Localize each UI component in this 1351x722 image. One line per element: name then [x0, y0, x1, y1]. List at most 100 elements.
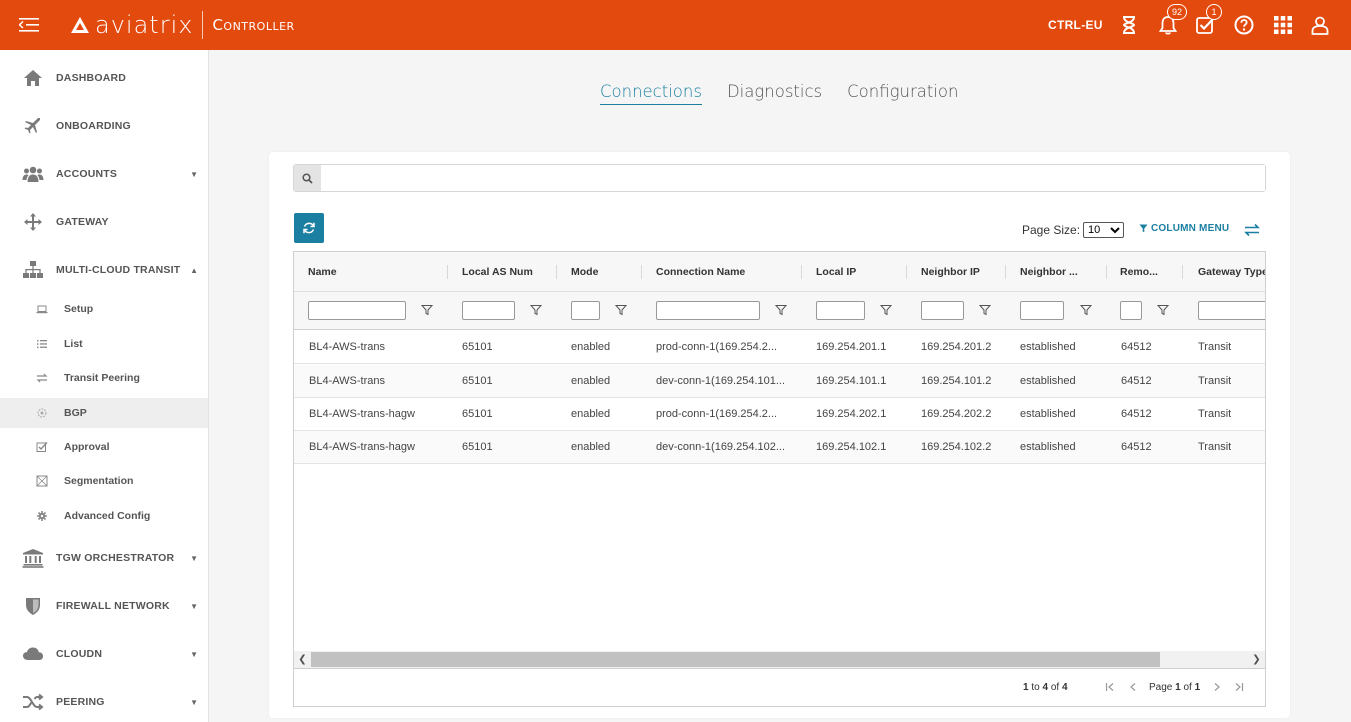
sidebar-item-cloudn[interactable]: CLOUDN ▼: [0, 634, 208, 674]
cell-mode: enabled: [571, 408, 611, 420]
connections-table: Name Local AS Num Mode Connection Name L…: [293, 251, 1266, 707]
menu-collapse-icon[interactable]: [19, 16, 39, 34]
column-separator[interactable]: [1005, 265, 1006, 279]
column-separator[interactable]: [1106, 265, 1107, 279]
column-separator[interactable]: [447, 265, 448, 279]
filter-input-local-as-num[interactable]: [462, 301, 515, 320]
logo-divider: [202, 11, 204, 39]
next-page-icon[interactable]: [1211, 681, 1223, 693]
sidebar-subitem-bgp[interactable]: BGP: [0, 398, 208, 428]
sidebar-subitem-advanced-config[interactable]: Advanced Config: [0, 501, 208, 531]
cell-gateway-type: Transit: [1198, 341, 1232, 353]
sidebar-subitem-approval[interactable]: Approval: [0, 432, 208, 462]
first-page-icon[interactable]: [1104, 681, 1116, 693]
tasks-badge: 1: [1206, 4, 1222, 20]
notifications-button[interactable]: 92: [1157, 4, 1187, 36]
caret-down-icon: ▼: [190, 169, 198, 179]
column-header-neighbor-ip[interactable]: Neighbor IP: [921, 252, 980, 292]
caret-up-icon: ▲: [190, 265, 198, 275]
table-row[interactable]: BL4-AWS-trans-hagw 65101 enabled prod-co…: [294, 398, 1265, 431]
refresh-button[interactable]: [294, 213, 324, 243]
apps-grid-icon[interactable]: [1272, 14, 1294, 36]
sidebar-subitem-setup[interactable]: Setup: [0, 294, 208, 324]
aviatrix-logo[interactable]: aviatrix Controller: [70, 11, 295, 39]
filter-icon[interactable]: [615, 304, 627, 316]
column-separator[interactable]: [641, 265, 642, 279]
sidebar-item-tgw-orchestrator[interactable]: TGW ORCHESTRATOR ▼: [0, 538, 208, 578]
tasks-button[interactable]: 1: [1194, 4, 1222, 36]
column-separator[interactable]: [801, 265, 802, 279]
column-separator[interactable]: [556, 265, 557, 279]
sidebar-subitem-transit-peering[interactable]: Transit Peering: [0, 363, 208, 393]
sidebar: DASHBOARD ONBOARDING ACCOUNTS ▼ GATEWAY …: [0, 50, 209, 722]
filter-input-neighbor-ip[interactable]: [921, 301, 964, 320]
filter-input-mode[interactable]: [571, 301, 600, 320]
search-icon: [302, 172, 313, 184]
filter-input-connection-name[interactable]: [656, 301, 760, 320]
search-input[interactable]: [321, 165, 1265, 191]
table-header-row: Name Local AS Num Mode Connection Name L…: [294, 252, 1265, 292]
filter-icon[interactable]: [880, 304, 892, 316]
column-header-gateway-type[interactable]: Gateway Type: [1198, 252, 1265, 292]
sidebar-item-onboarding[interactable]: ONBOARDING: [0, 106, 208, 146]
tab-configuration[interactable]: Configuration: [847, 82, 958, 105]
sidebar-item-label: PEERING: [56, 696, 105, 708]
column-header-name[interactable]: Name: [308, 252, 337, 292]
cell-connection-name: dev-conn-1(169.254.102...: [656, 441, 786, 453]
column-separator[interactable]: [906, 265, 907, 279]
filter-icon[interactable]: [1080, 304, 1092, 316]
page-size-select[interactable]: 10: [1083, 222, 1125, 238]
sidebar-item-firewall-network[interactable]: FIREWALL NETWORK ▼: [0, 586, 208, 626]
cell-remote-as: 64512: [1121, 441, 1152, 453]
tab-connections[interactable]: Connections: [600, 82, 702, 105]
last-page-icon[interactable]: [1233, 681, 1245, 693]
tab-diagnostics[interactable]: Diagnostics: [727, 82, 822, 105]
filter-icon[interactable]: [530, 304, 542, 316]
bank-icon: [22, 549, 44, 568]
swap-columns-icon[interactable]: [1244, 223, 1260, 237]
scroll-left-arrow-icon[interactable]: ❮: [294, 651, 311, 668]
column-header-remote-as[interactable]: Remo...: [1120, 252, 1158, 292]
filter-icon[interactable]: [775, 304, 787, 316]
column-header-neighbor-status[interactable]: Neighbor ...: [1020, 252, 1078, 292]
filter-input-local-ip[interactable]: [816, 301, 865, 320]
sidebar-item-label: ONBOARDING: [56, 120, 131, 132]
table-row[interactable]: BL4-AWS-trans 65101 enabled dev-conn-1(1…: [294, 365, 1265, 398]
table-row[interactable]: BL4-AWS-trans-hagw 65101 enabled dev-con…: [294, 431, 1265, 464]
sidebar-item-accounts[interactable]: ACCOUNTS ▼: [0, 154, 208, 194]
user-account-icon[interactable]: [1309, 14, 1331, 36]
filter-icon[interactable]: [1157, 304, 1169, 316]
sidebar-item-gateway[interactable]: GATEWAY: [0, 202, 208, 242]
scrollbar-thumb[interactable]: [311, 652, 1160, 667]
caret-down-icon: ▼: [190, 697, 198, 707]
search-button[interactable]: [294, 165, 321, 191]
column-header-local-ip[interactable]: Local IP: [816, 252, 856, 292]
column-menu-button[interactable]: COLUMN MENU: [1139, 223, 1229, 234]
sidebar-subitem-list[interactable]: List: [0, 329, 208, 359]
hourglass-icon[interactable]: [1118, 14, 1140, 36]
gear-icon: [37, 511, 47, 521]
column-header-local-as-num[interactable]: Local AS Num: [462, 252, 533, 292]
filter-icon[interactable]: [421, 304, 433, 316]
filter-icon[interactable]: [979, 304, 991, 316]
sidebar-item-dashboard[interactable]: DASHBOARD: [0, 58, 208, 98]
cell-neighbor-ip: 169.254.102.2: [921, 441, 992, 453]
filter-input-name[interactable]: [308, 301, 406, 320]
table-row[interactable]: BL4-AWS-trans 65101 enabled prod-conn-1(…: [294, 331, 1265, 364]
previous-page-icon[interactable]: [1127, 681, 1139, 693]
filter-input-gateway-type[interactable]: [1198, 301, 1265, 320]
filter-input-remote-as[interactable]: [1120, 301, 1142, 320]
sidebar-item-multi-cloud-transit[interactable]: MULTI-CLOUD TRANSIT ▲: [0, 250, 208, 290]
sidebar-item-peering[interactable]: PEERING ▼: [0, 682, 208, 722]
column-separator[interactable]: [1182, 265, 1183, 279]
column-header-mode[interactable]: Mode: [571, 252, 598, 292]
filter-input-neighbor-status[interactable]: [1020, 301, 1064, 320]
sidebar-subitem-label: Transit Peering: [64, 372, 140, 384]
move-arrows-icon: [24, 213, 42, 231]
column-header-connection-name[interactable]: Connection Name: [656, 252, 745, 292]
horizontal-scrollbar[interactable]: ❮ ❯: [294, 651, 1265, 668]
check-square-icon: [36, 442, 48, 452]
scroll-right-arrow-icon[interactable]: ❯: [1248, 651, 1265, 668]
help-icon[interactable]: [1233, 14, 1255, 36]
sidebar-subitem-segmentation[interactable]: Segmentation: [0, 466, 208, 496]
